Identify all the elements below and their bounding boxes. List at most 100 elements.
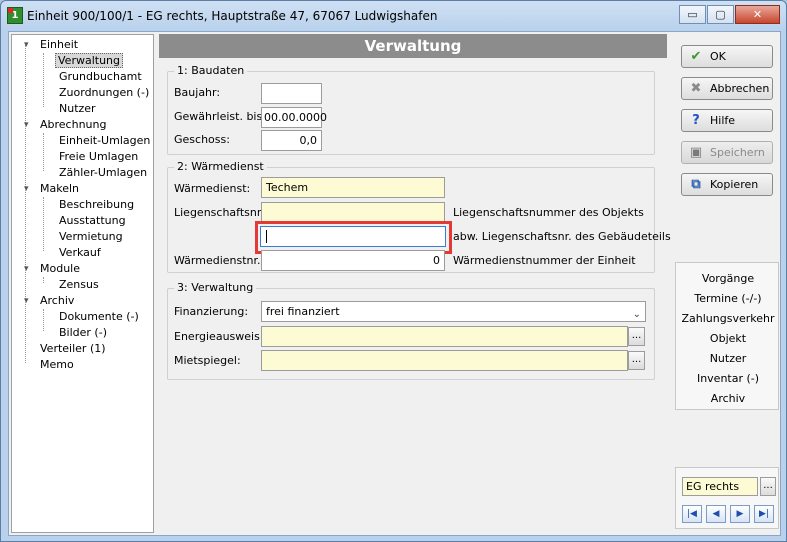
tree-label: Verkauf bbox=[59, 246, 101, 259]
abw-liegenschaftsnr-field[interactable] bbox=[260, 226, 446, 247]
action-column: ✔ OK ✖ Abbrechen ? Hilfe ▣ Speichern ⧉ K… bbox=[671, 34, 779, 533]
liegenschaftsnr-label: Liegenschaftsnr.: bbox=[174, 206, 268, 219]
expand-icon[interactable]: ▾ bbox=[24, 181, 34, 197]
tree-node-beschreibung[interactable]: Beschreibung bbox=[57, 197, 136, 213]
main-panel: Verwaltung 1: Baudaten Baujahr: Gewährle… bbox=[159, 34, 671, 533]
tree-label: Verwaltung bbox=[55, 53, 123, 68]
tree-label: Einheit bbox=[40, 38, 79, 51]
mietspiegel-field[interactable] bbox=[261, 350, 628, 371]
group-verwaltung: 3: Verwaltung Finanzierung: frei finanzi… bbox=[167, 281, 655, 380]
tree-node-memo[interactable]: Memo bbox=[38, 357, 76, 373]
tree-node-freie-umlagen[interactable]: Freie Umlagen bbox=[57, 149, 140, 165]
tree-label: Archiv bbox=[40, 294, 75, 307]
liegenschaftsnr-field[interactable] bbox=[261, 202, 445, 223]
text-caret bbox=[266, 230, 267, 243]
speichern-button[interactable]: ▣ Speichern bbox=[681, 141, 773, 164]
waermediensttnr-hint: Wärmedienstnummer der Einheit bbox=[453, 254, 636, 267]
close-button[interactable]: ✕ bbox=[735, 5, 780, 24]
expand-icon[interactable]: ▾ bbox=[24, 261, 34, 277]
related-links-panel: Vorgänge Termine (-/-) Zahlungsverkehr O… bbox=[675, 262, 779, 410]
window-title: Einheit 900/100/1 - EG rechts, Hauptstra… bbox=[27, 9, 438, 23]
tree-label: Dokumente (-) bbox=[59, 310, 139, 323]
link-vorgaenge[interactable]: Vorgänge bbox=[676, 272, 780, 285]
abw-liegenschaftsnr-hint: abw. Liegenschaftsnr. des Gebäudeteils bbox=[453, 230, 671, 243]
group-legend: 1: Baudaten bbox=[174, 64, 248, 77]
navigation-tree: ▾ Einheit Verwaltung Grundbuchamt Zuordn… bbox=[11, 34, 154, 533]
geschoss-field[interactable]: 0,0 bbox=[261, 130, 322, 151]
waermedienst-label: Wärmedienst: bbox=[174, 182, 251, 195]
waermediensttnr-field[interactable]: 0 bbox=[261, 250, 445, 271]
finanzierung-label: Finanzierung: bbox=[174, 305, 249, 318]
expand-icon[interactable]: ▾ bbox=[24, 37, 34, 53]
tree-line bbox=[25, 45, 26, 363]
tree-node-archiv[interactable]: ▾ Archiv bbox=[24, 293, 76, 309]
tree-node-dokumente[interactable]: Dokumente (-) bbox=[57, 309, 141, 325]
tree-node-ausstattung[interactable]: Ausstattung bbox=[57, 213, 128, 229]
tree-node-verkauf[interactable]: Verkauf bbox=[57, 245, 103, 261]
mietspiegel-browse-button[interactable]: ... bbox=[628, 351, 645, 370]
expand-icon[interactable]: ▾ bbox=[24, 117, 34, 133]
tree-node-nutzer[interactable]: Nutzer bbox=[57, 101, 98, 117]
record-navigator: EG rechts ... |◀ ◀ ▶ ▶| bbox=[675, 467, 779, 529]
chevron-down-icon[interactable]: ⌄ bbox=[633, 305, 641, 324]
link-nutzer[interactable]: Nutzer bbox=[676, 352, 780, 365]
title-bar[interactable]: 1 Einheit 900/100/1 - EG rechts, Hauptst… bbox=[1, 1, 786, 31]
app-icon: 1 bbox=[7, 7, 23, 24]
question-icon: ? bbox=[692, 113, 700, 128]
link-archiv[interactable]: Archiv bbox=[676, 392, 780, 405]
link-objekt[interactable]: Objekt bbox=[676, 332, 780, 345]
tree-node-makeln[interactable]: ▾ Makeln bbox=[24, 181, 81, 197]
tree-node-bilder[interactable]: Bilder (-) bbox=[57, 325, 109, 341]
baujahr-field[interactable] bbox=[261, 83, 322, 104]
geschoss-label: Geschoss: bbox=[174, 133, 230, 146]
finanzierung-select[interactable]: frei finanziert ⌄ bbox=[261, 301, 646, 322]
ok-label: OK bbox=[710, 50, 726, 63]
tree-label: Memo bbox=[40, 358, 74, 371]
expand-icon[interactable]: ▾ bbox=[24, 293, 34, 309]
kopieren-button[interactable]: ⧉ Kopieren bbox=[681, 173, 773, 196]
next-record-button[interactable]: ▶ bbox=[730, 505, 750, 523]
energieausweis-field[interactable] bbox=[261, 326, 628, 347]
tree-label: Einheit-Umlagen bbox=[59, 134, 151, 147]
tree-node-abrechnung[interactable]: ▾ Abrechnung bbox=[24, 117, 108, 133]
copy-icon: ⧉ bbox=[691, 177, 701, 192]
gewaehrleist-field[interactable]: 00.00.0000 bbox=[261, 107, 327, 128]
first-record-button[interactable]: |◀ bbox=[682, 505, 702, 523]
abbrechen-button[interactable]: ✖ Abbrechen bbox=[681, 77, 773, 100]
tree-label: Makeln bbox=[40, 182, 80, 195]
cross-icon: ✖ bbox=[690, 81, 702, 96]
page-title: Verwaltung bbox=[159, 34, 667, 58]
tree-node-zaehler-umlagen[interactable]: Zähler-Umlagen bbox=[57, 165, 149, 181]
hilfe-button[interactable]: ? Hilfe bbox=[681, 109, 773, 132]
tree-node-zuordnungen[interactable]: Zuordnungen (-) bbox=[57, 85, 151, 101]
waermedienst-field[interactable]: Techem bbox=[261, 177, 445, 198]
tree-node-einheit[interactable]: ▾ Einheit bbox=[24, 37, 80, 53]
speichern-label: Speichern bbox=[710, 146, 765, 159]
record-selector-field[interactable]: EG rechts bbox=[682, 477, 758, 496]
ok-button[interactable]: ✔ OK bbox=[681, 45, 773, 68]
app-window: 1 Einheit 900/100/1 - EG rechts, Hauptst… bbox=[0, 0, 787, 542]
minimize-button[interactable]: ▭ bbox=[679, 5, 706, 24]
tree-label: Vermietung bbox=[59, 230, 123, 243]
previous-record-button[interactable]: ◀ bbox=[706, 505, 726, 523]
tree-node-vermietung[interactable]: Vermietung bbox=[57, 229, 125, 245]
last-record-button[interactable]: ▶| bbox=[754, 505, 774, 523]
tree-node-verteiler[interactable]: Verteiler (1) bbox=[38, 341, 108, 357]
tree-line bbox=[43, 197, 44, 251]
tree-line bbox=[43, 133, 44, 171]
tree-node-einheit-umlagen[interactable]: Einheit-Umlagen bbox=[57, 133, 152, 149]
record-browse-button[interactable]: ... bbox=[760, 477, 776, 496]
finanzierung-value: frei finanziert bbox=[266, 305, 340, 318]
maximize-button[interactable]: ▢ bbox=[707, 5, 734, 24]
tree-node-module[interactable]: ▾ Module bbox=[24, 261, 82, 277]
link-inventar[interactable]: Inventar (-) bbox=[676, 372, 780, 385]
energieausweis-browse-button[interactable]: ... bbox=[628, 327, 645, 346]
tree-node-zensus[interactable]: Zensus bbox=[57, 277, 101, 293]
tree-node-grundbuchamt[interactable]: Grundbuchamt bbox=[57, 69, 144, 85]
tree-label: Ausstattung bbox=[59, 214, 126, 227]
tree-node-verwaltung[interactable]: Verwaltung bbox=[55, 53, 123, 69]
tree-line bbox=[43, 277, 44, 283]
client-area: ▾ Einheit Verwaltung Grundbuchamt Zuordn… bbox=[8, 31, 781, 536]
link-termine[interactable]: Termine (-/-) bbox=[676, 292, 780, 305]
link-zahlungsverkehr[interactable]: Zahlungsverkehr bbox=[676, 312, 780, 325]
